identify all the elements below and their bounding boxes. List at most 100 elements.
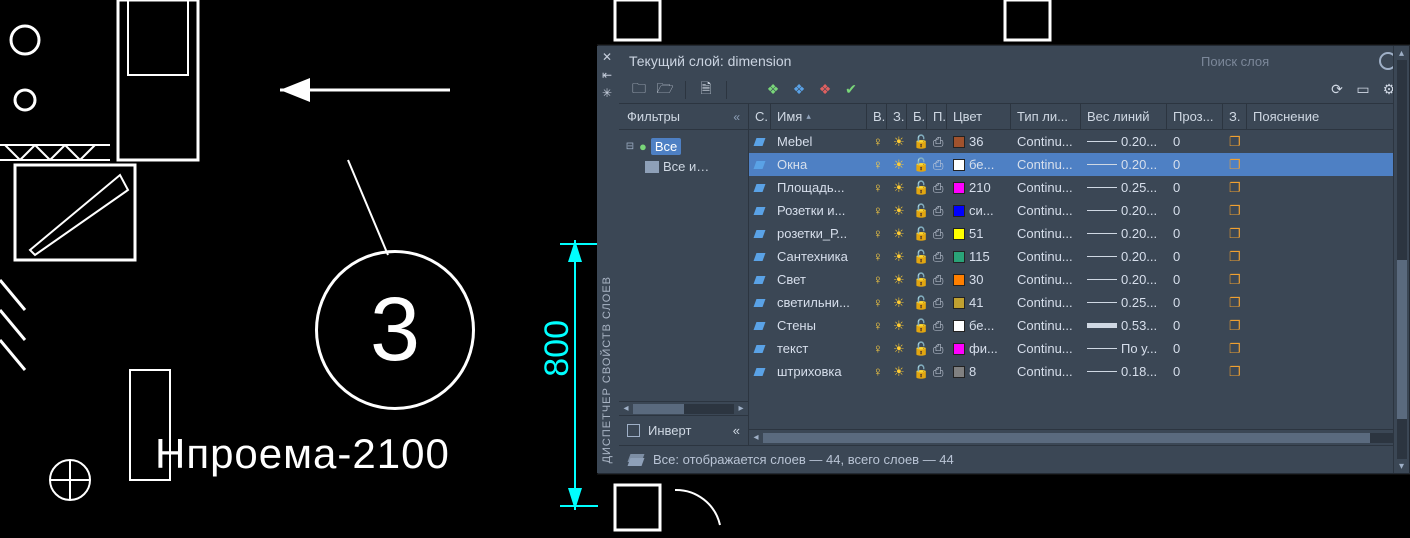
layer-states-icon[interactable]: 🗁 bbox=[655, 80, 675, 100]
layer-transparency[interactable]: 0 bbox=[1167, 222, 1223, 245]
sun-icon[interactable]: ☀ bbox=[893, 295, 905, 311]
lightbulb-icon[interactable]: ♀ bbox=[873, 134, 883, 149]
layer-color[interactable]: фи... bbox=[947, 337, 1011, 360]
col-description[interactable]: Пояснение bbox=[1247, 104, 1409, 129]
new-layer-icon[interactable]: 🗎 bbox=[696, 80, 716, 100]
layer-color[interactable]: бе... bbox=[947, 153, 1011, 176]
table-row[interactable]: Площадь...♀☀🔓⎙210Continu...0.25...0❐ bbox=[749, 176, 1409, 199]
table-row[interactable]: Розетки и...♀☀🔓⎙си...Continu...0.20...0❐ bbox=[749, 199, 1409, 222]
newvp-icon[interactable]: ❐ bbox=[1229, 364, 1241, 380]
col-transparency[interactable]: Проз... bbox=[1167, 104, 1223, 129]
printer-icon[interactable]: ⎙ bbox=[933, 134, 943, 150]
newvp-icon[interactable]: ❐ bbox=[1229, 180, 1241, 196]
lightbulb-icon[interactable]: ♀ bbox=[873, 226, 883, 241]
settings-icon[interactable]: ▭ bbox=[1353, 80, 1373, 100]
printer-icon[interactable]: ⎙ bbox=[933, 295, 943, 311]
sun-icon[interactable]: ☀ bbox=[893, 341, 905, 357]
gear-icon[interactable]: ✳ bbox=[600, 86, 614, 100]
lightbulb-icon[interactable]: ♀ bbox=[873, 341, 883, 356]
layer-color[interactable]: си... bbox=[947, 199, 1011, 222]
layer-color[interactable]: 115 bbox=[947, 245, 1011, 268]
layer-transparency[interactable]: 0 bbox=[1167, 130, 1223, 153]
lightbulb-icon[interactable]: ♀ bbox=[873, 157, 883, 172]
table-row[interactable]: Свет♀☀🔓⎙30Continu...0.20...0❐ bbox=[749, 268, 1409, 291]
lock-icon[interactable]: 🔓 bbox=[913, 203, 927, 219]
layer-description[interactable] bbox=[1247, 176, 1409, 199]
layer-transparency[interactable]: 0 bbox=[1167, 268, 1223, 291]
col-visible[interactable]: В. bbox=[867, 104, 887, 129]
sun-icon[interactable]: ☀ bbox=[893, 364, 905, 380]
col-name[interactable]: Имя bbox=[771, 104, 867, 129]
layer-lineweight[interactable]: 0.20... bbox=[1081, 268, 1167, 291]
collapse-filters-icon[interactable]: « bbox=[733, 110, 740, 124]
layer-transparency[interactable]: 0 bbox=[1167, 337, 1223, 360]
layer-color[interactable]: бе... bbox=[947, 314, 1011, 337]
layer-match-icon[interactable]: ✔ bbox=[841, 80, 861, 100]
delete-layer-icon[interactable]: ❖ bbox=[789, 80, 809, 100]
lock-icon[interactable]: 🔓 bbox=[913, 226, 927, 242]
newvp-icon[interactable]: ❐ bbox=[1229, 295, 1241, 311]
panel-vscroll[interactable]: ▴ ▾ bbox=[1393, 46, 1409, 473]
table-row[interactable]: штриховка♀☀🔓⎙8Continu...0.18...0❐ bbox=[749, 360, 1409, 383]
lock-icon[interactable]: 🔓 bbox=[913, 272, 927, 288]
layer-transparency[interactable]: 0 bbox=[1167, 199, 1223, 222]
set-current-icon[interactable]: ❖ bbox=[815, 80, 835, 100]
layer-linetype[interactable]: Continu... bbox=[1011, 314, 1081, 337]
collapse-invert-icon[interactable]: « bbox=[733, 423, 740, 438]
layer-linetype[interactable]: Continu... bbox=[1011, 130, 1081, 153]
sun-icon[interactable]: ☀ bbox=[893, 226, 905, 242]
search-input[interactable]: Поиск слоя bbox=[1199, 49, 1399, 73]
lock-icon[interactable]: 🔓 bbox=[913, 318, 927, 334]
layer-linetype[interactable]: Continu... bbox=[1011, 199, 1081, 222]
sun-icon[interactable]: ☀ bbox=[893, 318, 905, 334]
layer-transparency[interactable]: 0 bbox=[1167, 245, 1223, 268]
newvp-icon[interactable]: ❐ bbox=[1229, 249, 1241, 265]
layer-lineweight[interactable]: 0.20... bbox=[1081, 130, 1167, 153]
printer-icon[interactable]: ⎙ bbox=[933, 318, 943, 334]
lightbulb-icon[interactable]: ♀ bbox=[873, 180, 883, 195]
layer-lineweight[interactable]: 0.20... bbox=[1081, 199, 1167, 222]
layer-linetype[interactable]: Continu... bbox=[1011, 337, 1081, 360]
table-row[interactable]: Окна♀☀🔓⎙бе...Continu...0.20...0❐ bbox=[749, 153, 1409, 176]
layer-description[interactable] bbox=[1247, 268, 1409, 291]
lock-icon[interactable]: 🔓 bbox=[913, 134, 927, 150]
new-layer-state-icon[interactable]: 🗀 bbox=[629, 80, 649, 100]
printer-icon[interactable]: ⎙ bbox=[933, 226, 943, 242]
layer-linetype[interactable]: Continu... bbox=[1011, 222, 1081, 245]
lock-icon[interactable]: 🔓 bbox=[913, 341, 927, 357]
lightbulb-icon[interactable]: ♀ bbox=[873, 295, 883, 310]
lightbulb-icon[interactable]: ♀ bbox=[873, 203, 883, 218]
sun-icon[interactable]: ☀ bbox=[893, 272, 905, 288]
table-row[interactable]: светильни...♀☀🔓⎙41Continu...0.25...0❐ bbox=[749, 291, 1409, 314]
lock-icon[interactable]: 🔓 bbox=[913, 249, 927, 265]
filters-hscroll[interactable]: ◂▸ bbox=[619, 401, 748, 415]
col-color[interactable]: Цвет bbox=[947, 104, 1011, 129]
layer-color[interactable]: 41 bbox=[947, 291, 1011, 314]
layer-color[interactable]: 210 bbox=[947, 176, 1011, 199]
layer-linetype[interactable]: Continu... bbox=[1011, 291, 1081, 314]
newvp-icon[interactable]: ❐ bbox=[1229, 157, 1241, 173]
layer-transparency[interactable]: 0 bbox=[1167, 360, 1223, 383]
lightbulb-icon[interactable]: ♀ bbox=[873, 272, 883, 287]
layer-lineweight[interactable]: 0.20... bbox=[1081, 245, 1167, 268]
layer-lineweight[interactable]: 0.20... bbox=[1081, 222, 1167, 245]
lock-icon[interactable]: 🔓 bbox=[913, 180, 927, 196]
layer-description[interactable] bbox=[1247, 291, 1409, 314]
layer-lineweight[interactable]: 0.25... bbox=[1081, 176, 1167, 199]
lock-icon[interactable]: 🔓 bbox=[913, 157, 927, 173]
lock-icon[interactable]: 🔓 bbox=[913, 295, 927, 311]
printer-icon[interactable]: ⎙ bbox=[933, 203, 943, 219]
layer-color[interactable]: 30 bbox=[947, 268, 1011, 291]
lock-icon[interactable]: 🔓 bbox=[913, 364, 927, 380]
layer-transparency[interactable]: 0 bbox=[1167, 176, 1223, 199]
layer-description[interactable] bbox=[1247, 360, 1409, 383]
printer-icon[interactable]: ⎙ bbox=[933, 249, 943, 265]
layer-linetype[interactable]: Continu... bbox=[1011, 176, 1081, 199]
layer-linetype[interactable]: Continu... bbox=[1011, 360, 1081, 383]
newvp-icon[interactable]: ❐ bbox=[1229, 318, 1241, 334]
tree-child[interactable]: Все и… bbox=[623, 157, 744, 176]
layer-lineweight[interactable]: 0.18... bbox=[1081, 360, 1167, 383]
col-lock[interactable]: Б. bbox=[907, 104, 927, 129]
layer-description[interactable] bbox=[1247, 245, 1409, 268]
printer-icon[interactable]: ⎙ bbox=[933, 157, 943, 173]
